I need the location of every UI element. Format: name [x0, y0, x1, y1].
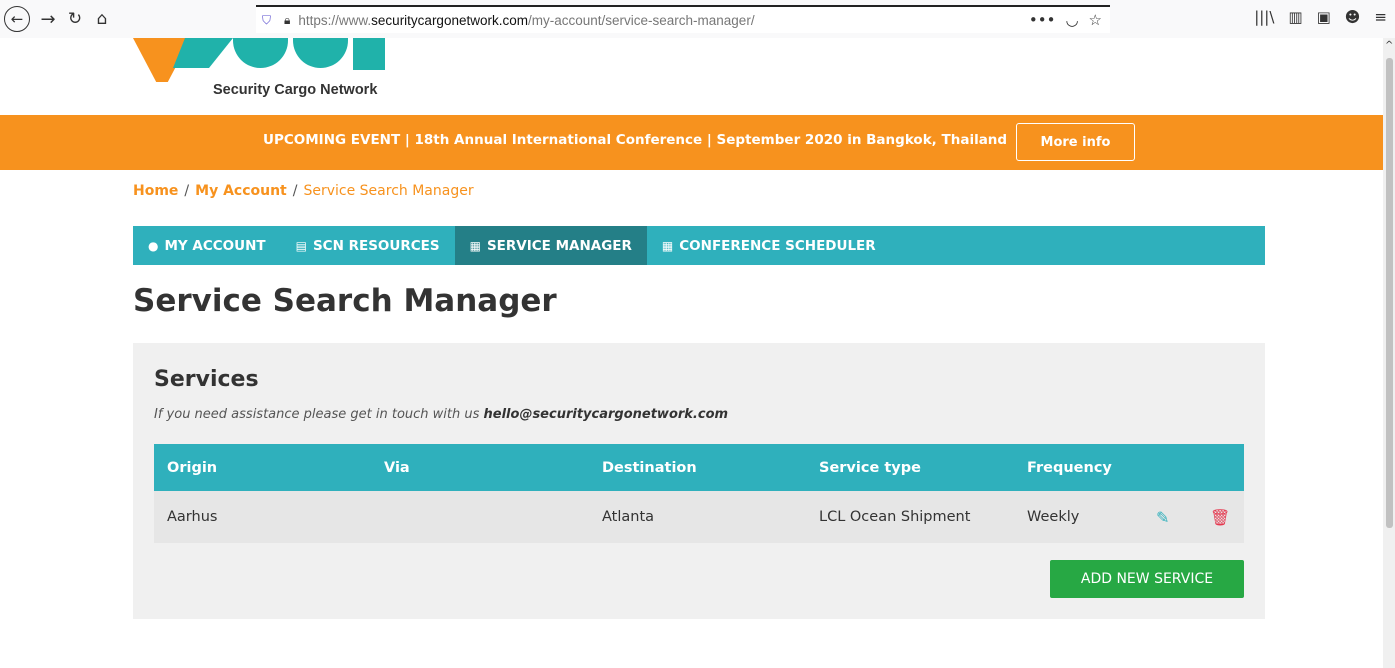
- url-host: securitycargonetwork.com: [371, 12, 528, 28]
- home-icon[interactable]: ⌂: [89, 6, 115, 32]
- tab-service-manager[interactable]: ▦ SERVICE MANAGER: [454, 226, 647, 265]
- library-icon[interactable]: |||\: [1254, 8, 1274, 26]
- services-panel: Services If you need assistance please g…: [133, 343, 1265, 619]
- more-info-button[interactable]: More info: [1016, 123, 1135, 161]
- table-header: Origin Via Destination Service type Freq…: [154, 444, 1244, 491]
- column-header-frequency: Frequency: [1027, 459, 1112, 476]
- assistance-label: If you need assistance please get in tou…: [154, 407, 484, 422]
- services-heading: Services: [154, 367, 259, 392]
- column-header-service-type: Service type: [819, 459, 921, 476]
- event-banner: UPCOMING EVENT | 18th Annual Internation…: [0, 115, 1383, 170]
- cell-origin: Aarhus: [167, 509, 218, 525]
- tab-conference-scheduler[interactable]: ▦ CONFERENCE SCHEDULER: [647, 226, 891, 265]
- back-arrow-icon[interactable]: ←: [4, 6, 30, 32]
- account-nav: ● MY ACCOUNT ▤ SCN RESOURCES ▦ SERVICE MANA…: [133, 226, 1265, 265]
- url-path: /my-account/service-search-manager/: [527, 12, 755, 28]
- forward-arrow-icon[interactable]: →: [35, 6, 61, 32]
- breadcrumb-separator: /: [292, 183, 298, 199]
- user-circle-icon: ●: [148, 238, 159, 253]
- address-bar[interactable]: ⛉ 🔒︎ https://www.securitycargonetwork.co…: [256, 5, 1110, 33]
- keyboard-icon: ▦: [469, 238, 481, 253]
- scroll-thumb[interactable]: [1386, 58, 1393, 528]
- column-header-origin: Origin: [167, 459, 218, 476]
- scn-logo[interactable]: Security Cargo Network: [133, 38, 413, 108]
- tab-label: SCN RESOURCES: [312, 237, 440, 254]
- edit-pencil-icon[interactable]: ✎: [1156, 491, 1169, 543]
- file-icon: ▤: [295, 238, 307, 253]
- breadcrumb-my-account[interactable]: My Account: [195, 183, 287, 199]
- tab-label: MY ACCOUNT: [164, 237, 266, 254]
- logo-letter-s: [233, 38, 288, 68]
- table-row: Aarhus Atlanta LCL Ocean Shipment Weekly…: [154, 491, 1244, 543]
- logo-letter-c: [293, 38, 348, 68]
- tab-my-account[interactable]: ● MY ACCOUNT: [133, 226, 281, 265]
- logo-letter-n: [353, 38, 385, 70]
- sidebar-icon[interactable]: ▥: [1288, 8, 1302, 26]
- tab-scn-resources[interactable]: ▤ SCN RESOURCES: [281, 226, 455, 265]
- breadcrumb: Home / My Account / Service Search Manager: [133, 183, 474, 199]
- banner-text: UPCOMING EVENT | 18th Annual Internation…: [263, 132, 1008, 148]
- assistance-text: If you need assistance please get in tou…: [154, 407, 728, 422]
- add-new-service-button[interactable]: ADD NEW SERVICE: [1050, 560, 1244, 598]
- scroll-up-icon[interactable]: ^: [1385, 40, 1393, 51]
- page-scrollbar[interactable]: ^: [1383, 38, 1395, 668]
- lock-icon[interactable]: 🔒︎: [284, 13, 290, 28]
- extension-icon[interactable]: ▣: [1317, 8, 1331, 26]
- pocket-icon[interactable]: ◡: [1065, 11, 1078, 29]
- shield-icon[interactable]: ⛉: [262, 13, 274, 27]
- browser-toolbar: ← → ↻ ⌂ ⛉ 🔒︎ https://www.securitycargone…: [0, 0, 1395, 38]
- account-icon[interactable]: ☻: [1345, 8, 1361, 26]
- assistance-email[interactable]: hello@securitycargonetwork.com: [484, 407, 729, 422]
- cell-frequency: Weekly: [1027, 509, 1080, 525]
- more-actions-icon[interactable]: •••: [1029, 11, 1056, 29]
- tab-label: SERVICE MANAGER: [486, 237, 632, 254]
- menu-icon[interactable]: ≡: [1374, 8, 1387, 26]
- calendar-icon: ▦: [661, 238, 674, 253]
- column-header-destination: Destination: [602, 459, 697, 476]
- breadcrumb-separator: /: [184, 183, 190, 199]
- page-title: Service Search Manager: [133, 283, 557, 319]
- tab-label: CONFERENCE SCHEDULER: [679, 237, 876, 254]
- cell-destination: Atlanta: [602, 509, 655, 525]
- url-scheme: https://www.: [298, 12, 372, 28]
- bookmark-star-icon[interactable]: ☆: [1089, 11, 1102, 29]
- url-text[interactable]: https://www.securitycargonetwork.com/my-…: [298, 13, 754, 28]
- cell-service-type: LCL Ocean Shipment: [819, 509, 971, 525]
- column-header-via: Via: [384, 459, 410, 476]
- reload-icon[interactable]: ↻: [62, 6, 88, 32]
- delete-trash-icon[interactable]: 🗑︎: [1210, 491, 1230, 543]
- breadcrumb-current: Service Search Manager: [303, 183, 474, 199]
- services-table: Origin Via Destination Service type Freq…: [154, 444, 1244, 543]
- breadcrumb-home[interactable]: Home: [133, 183, 178, 199]
- logo-text: Security Cargo Network: [213, 82, 378, 98]
